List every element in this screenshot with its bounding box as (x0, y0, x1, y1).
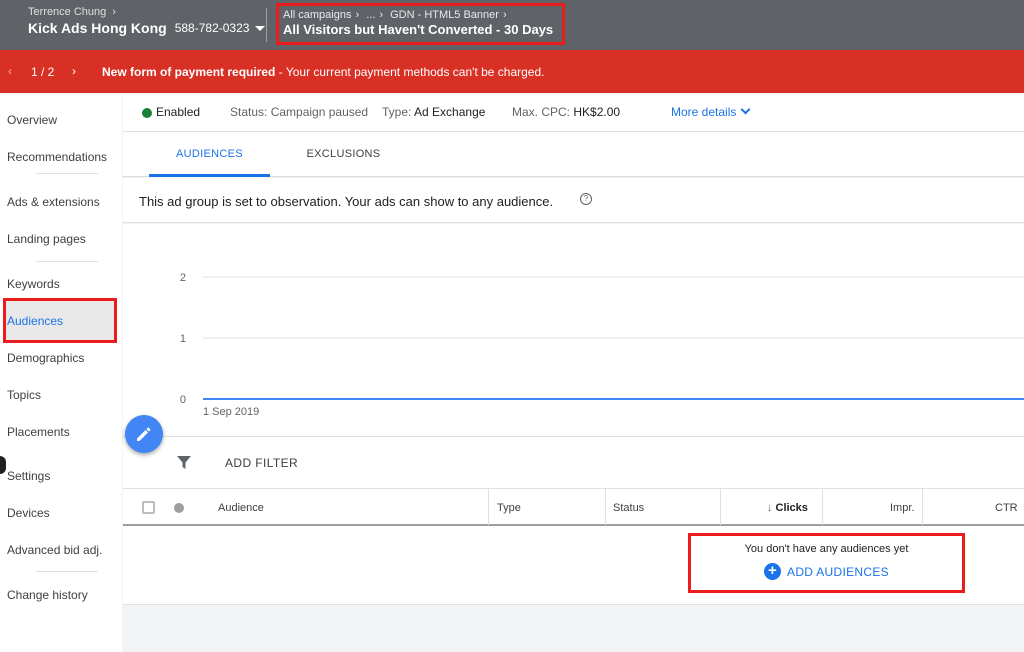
more-details-button[interactable]: More details (671, 104, 751, 119)
account-name: Kick Ads Hong Kong (28, 20, 167, 36)
campaign-type: Type: Ad Exchange (382, 105, 485, 119)
top-bar: Terrence Chung › Kick Ads Hong Kong 588-7… (0, 0, 1024, 50)
type-value: Ad Exchange (414, 105, 486, 119)
customer-id: 588-782-0323 (174, 21, 250, 35)
cpc-label: Max. CPC: (512, 105, 571, 119)
sidebar-divider (36, 261, 98, 262)
breadcrumb-all-campaigns[interactable]: All campaigns (283, 9, 351, 21)
arrow-down-icon: ↓ (767, 502, 773, 514)
column-status[interactable]: Status (613, 502, 644, 514)
status-column-icon (174, 503, 184, 513)
sidebar-item-advanced-bid-adj[interactable]: Advanced bid adj. (7, 543, 102, 557)
account-owner: Terrence Chung (28, 6, 107, 18)
help-circle-icon[interactable]: ? (580, 193, 592, 205)
sidebar-nav: Overview Recommendations Ads & extension… (0, 93, 122, 652)
empty-state: You don't have any audiences yet + ADD A… (688, 533, 965, 593)
max-cpc: Max. CPC: HK$2.00 (512, 105, 620, 119)
table-body: You don't have any audiences yet + ADD A… (123, 526, 1024, 605)
observation-notice: This ad group is set to observation. You… (123, 178, 1024, 223)
breadcrumb-ellipsis[interactable]: ... (366, 9, 375, 21)
tab-exclusions[interactable]: EXCLUSIONS (293, 132, 394, 177)
alert-title: New form of payment required (102, 65, 276, 79)
sidebar-item-keywords[interactable]: Keywords (7, 277, 60, 291)
edit-fab-button[interactable] (125, 415, 163, 453)
payment-alert-banner: ‹ 1 / 2 › New form of payment required -… (0, 50, 1024, 93)
alert-page-indicator: 1 / 2 (31, 65, 55, 79)
empty-state-message: You don't have any audiences yet (744, 543, 909, 555)
column-divider (605, 489, 606, 525)
sidebar-item-demographics[interactable]: Demographics (7, 351, 84, 365)
y-tick-label: 1 (180, 333, 186, 345)
enabled-status-dot (142, 108, 152, 118)
sidebar-item-topics[interactable]: Topics (7, 388, 41, 402)
cpc-value: HK$2.00 (573, 105, 621, 119)
filter-icon[interactable] (177, 456, 191, 470)
chevron-right-icon: › (502, 9, 507, 21)
chevron-right-icon: › (112, 6, 116, 18)
filter-bar: ADD FILTER (123, 436, 1024, 488)
add-audiences-label: ADD AUDIENCES (787, 564, 889, 579)
column-type[interactable]: Type (497, 502, 521, 514)
plus-circle-icon: + (764, 563, 782, 580)
breadcrumb: All campaigns › ... › GDN - HTML5 Banner › … (276, 3, 565, 45)
chevron-down-icon (740, 104, 751, 115)
sidebar-divider (36, 571, 98, 572)
chevron-left-icon[interactable]: ‹ (8, 64, 12, 78)
observation-text: This ad group is set to observation. You… (139, 194, 554, 209)
ad-group-status-bar: Enabled Status: Campaign paused Type: Ad… (123, 93, 1024, 131)
x-tick-label: 1 Sep 2019 (203, 406, 259, 418)
select-all-checkbox[interactable] (142, 501, 155, 514)
more-details-label: More details (671, 105, 737, 119)
campaign-status: Status: Campaign paused (230, 105, 368, 119)
column-impr[interactable]: Impr. (890, 502, 914, 514)
add-audiences-button[interactable]: + ADD AUDIENCES (764, 563, 889, 580)
column-divider (822, 489, 823, 525)
sidebar-item-devices[interactable]: Devices (7, 506, 50, 520)
account-switcher[interactable]: Terrence Chung › Kick Ads Hong Kong 588-7… (28, 6, 266, 36)
column-divider (922, 489, 923, 525)
sidebar-item-overview[interactable]: Overview (7, 113, 57, 127)
breadcrumb-campaign[interactable]: GDN - HTML5 Banner (390, 9, 499, 21)
performance-chart: 2 1 0 1 Sep 2019 (123, 224, 1024, 436)
pencil-icon (137, 427, 151, 441)
status-label: Status: (230, 105, 268, 119)
sidebar-item-recommendations[interactable]: Recommendations (7, 150, 107, 164)
status-value: Campaign paused (270, 105, 369, 119)
type-label: Type: (382, 105, 412, 119)
y-tick-label: 2 (180, 272, 186, 284)
column-clicks-label: Clicks (775, 502, 808, 514)
audience-tabs: AUDIENCES EXCLUSIONS (123, 131, 1024, 177)
table-header: Audience Type Status ↓ Clicks Impr. CTR (123, 488, 1024, 526)
alert-message[interactable]: New form of payment required - Your curr… (102, 65, 545, 79)
sidebar-toggle-handle[interactable] (0, 456, 6, 474)
column-divider (720, 489, 721, 525)
chevron-right-icon: › (379, 9, 384, 21)
add-filter-button[interactable]: ADD FILTER (225, 456, 298, 470)
dropdown-caret-icon[interactable] (255, 25, 266, 31)
tab-audiences[interactable]: AUDIENCES (149, 132, 270, 177)
current-ad-group-title[interactable]: All Visitors but Haven't Converted - 30 … (283, 22, 562, 37)
sidebar-divider (36, 173, 98, 174)
header-divider (266, 8, 267, 42)
column-ctr[interactable]: CTR (995, 502, 1018, 514)
sidebar-item-landing-pages[interactable]: Landing pages (7, 232, 86, 246)
enabled-status-dropdown[interactable]: Enabled (156, 105, 200, 119)
chevron-right-icon: › (355, 9, 360, 21)
sidebar-item-change-history[interactable]: Change history (7, 588, 88, 602)
alert-detail: - Your current payment methods can't be … (275, 65, 545, 79)
y-tick-label: 0 (180, 394, 186, 406)
performance-chart-svg: 2 1 0 1 Sep 2019 (180, 272, 1024, 418)
column-audience[interactable]: Audience (218, 502, 264, 514)
main-content: Enabled Status: Campaign paused Type: Ad… (123, 93, 1024, 652)
sidebar-item-placements[interactable]: Placements (7, 425, 70, 439)
sidebar-item-settings[interactable]: Settings (7, 469, 50, 483)
chevron-right-icon[interactable]: › (72, 64, 76, 78)
column-clicks[interactable]: ↓ Clicks (767, 502, 808, 514)
sidebar-item-ads-extensions[interactable]: Ads & extensions (7, 195, 100, 209)
sidebar-item-audiences[interactable]: Audiences (7, 314, 63, 328)
column-divider (488, 489, 489, 525)
